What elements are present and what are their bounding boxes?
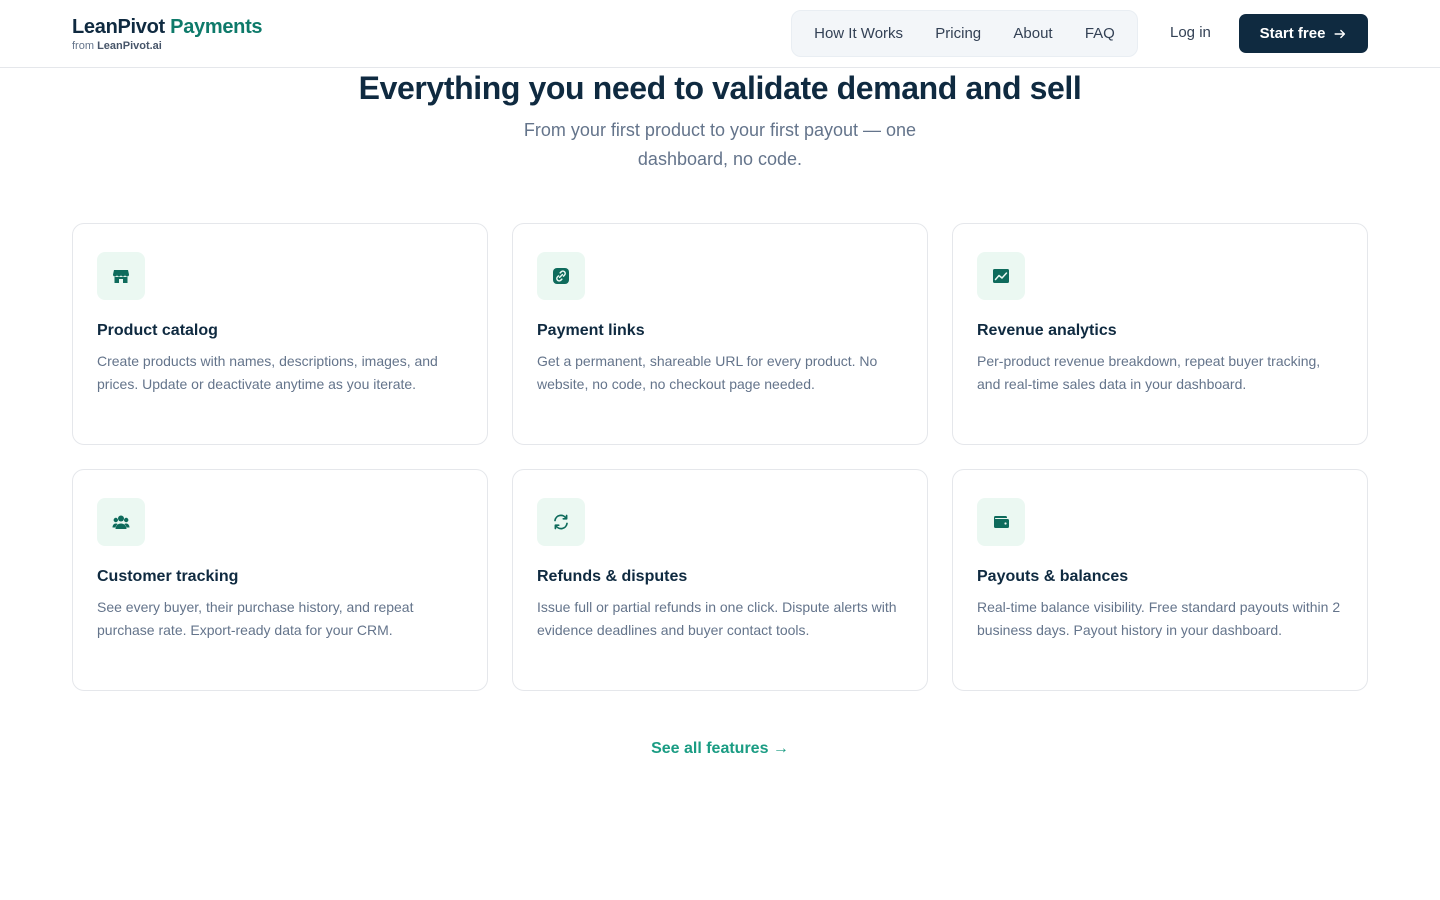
feature-description: Per-product revenue breakdown, repeat bu… (977, 353, 1321, 392)
feature-card-payouts-balances: Payouts & balances Real-time balance vis… (952, 469, 1368, 691)
brand-name: LeanPivot (72, 16, 165, 38)
start-free-button[interactable]: Start free (1239, 14, 1368, 53)
store-icon (113, 270, 129, 283)
brand-from: from (72, 40, 94, 52)
feature-description: Create products with names, descriptions… (97, 353, 438, 392)
feature-icon-box (977, 498, 1025, 546)
feature-icon-box (97, 498, 145, 546)
brand-accent: Payments (170, 16, 263, 38)
nav-about[interactable]: About (1009, 19, 1056, 48)
see-all-features-link[interactable]: See all features → (0, 740, 1440, 758)
feature-description: Get a permanent, shareable URL for every… (537, 353, 878, 392)
feature-icon-box (97, 252, 145, 300)
wallet-icon (994, 516, 1009, 528)
brand-logo[interactable]: LeanPivot Payments from LeanPivot.ai (72, 15, 263, 53)
page-title: Everything you need to validate demand a… (358, 70, 1082, 106)
feature-card-customer-tracking: Customer tracking See every buyer, their… (72, 469, 488, 691)
arrow-right-icon (1334, 29, 1346, 38)
nav-how-it-works[interactable]: How It Works (810, 19, 907, 48)
link-icon (553, 268, 569, 284)
feature-description: See every buyer, their purchase history,… (97, 599, 414, 638)
feature-title: Payouts & balances (977, 568, 1129, 585)
feature-card-product-catalog: Product catalog Create products with nam… (72, 223, 488, 445)
chart-line-icon (993, 269, 1009, 283)
page-subtitle: From your first product to your first pa… (523, 120, 917, 169)
feature-title: Customer tracking (97, 568, 239, 585)
feature-description: Real-time balance visibility. Free stand… (977, 599, 1341, 638)
feature-icon-box (537, 498, 585, 546)
nav-pricing[interactable]: Pricing (931, 19, 985, 48)
feature-card-revenue-analytics: Revenue analytics Per-product revenue br… (952, 223, 1368, 445)
feature-description: Issue full or partial refunds in one cli… (537, 599, 897, 638)
brand-subline: from LeanPivot.ai (72, 40, 262, 53)
feature-title: Refunds & disputes (537, 568, 688, 585)
site-header: LeanPivot Payments from LeanPivot.ai How… (0, 0, 1440, 68)
main-nav: How It Works Pricing About FAQ (791, 10, 1138, 57)
feature-title: Revenue analytics (977, 322, 1117, 339)
feature-card-refunds-disputes: Refunds & disputes Issue full or partial… (512, 469, 928, 691)
feature-title: Payment links (537, 322, 645, 339)
refresh-icon (554, 514, 568, 530)
feature-icon-box (977, 252, 1025, 300)
feature-icon-box (537, 252, 585, 300)
login-link[interactable]: Log in (1170, 24, 1211, 41)
brand-parent: LeanPivot.ai (97, 40, 162, 52)
feature-card-payment-links: Payment links Get a permanent, shareable… (512, 223, 928, 445)
nav-faq[interactable]: FAQ (1081, 19, 1119, 48)
start-free-label: Start free (1259, 25, 1326, 42)
feature-title: Product catalog (97, 322, 218, 339)
users-icon (112, 515, 130, 529)
